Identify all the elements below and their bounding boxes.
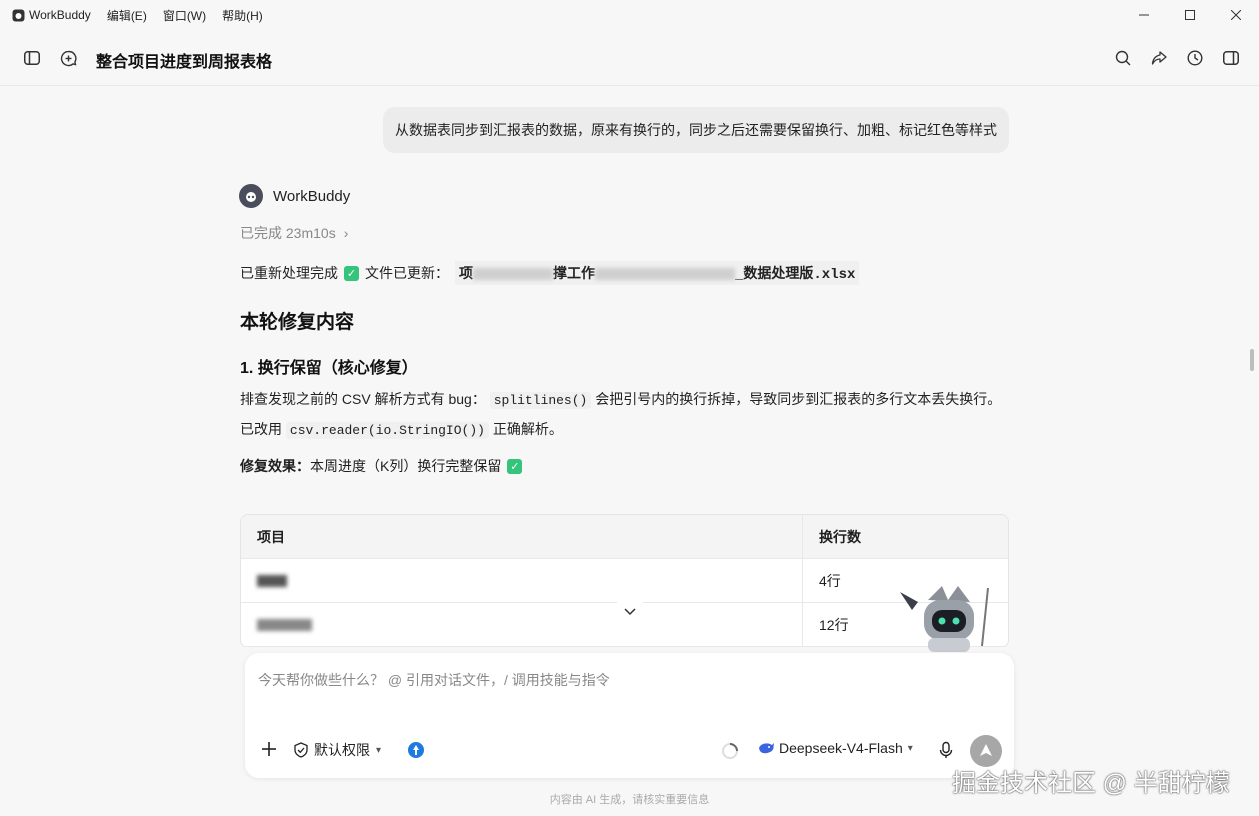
table-row: 4行 <box>241 559 1008 603</box>
model-label: Deepseek-V4-Flash <box>779 740 903 756</box>
panel-icon <box>1223 51 1239 65</box>
fix-description: 排查发现之前的 CSV 解析方式有 bug： splitlines() 会把引号… <box>240 385 1005 445</box>
check-icon: ✓ <box>507 458 523 474</box>
file-name-start: 项 <box>459 267 473 283</box>
chevron-right-icon: › <box>343 225 349 241</box>
para-text-1: 排查发现之前的 CSV 解析方式有 bug： <box>240 391 486 407</box>
share-icon <box>1151 51 1167 65</box>
loading-spinner-icon <box>722 743 738 759</box>
scrollbar[interactable] <box>1250 349 1254 371</box>
chat-input-box[interactable]: 今天帮你做些什么？ @ 引用对话文件，/ 调用技能与指令 默认权限 ▾ Deep… <box>245 653 1014 778</box>
status-text: 已完成 23m10s <box>240 225 336 241</box>
subsection-heading: 1. 换行保留（核心修复） <box>240 360 418 377</box>
effect-text: 本周进度（K列）换行完整保留 <box>310 458 502 474</box>
column-header-count: 换行数 <box>819 528 861 545</box>
reprocess-done-text: 已重新处理完成 <box>240 265 338 281</box>
check-icon: ✓ <box>344 265 359 281</box>
model-selector[interactable]: Deepseek-V4-Flash ▾ <box>758 740 913 756</box>
new-chat-button[interactable] <box>57 47 79 69</box>
file-name[interactable]: 项 撑工作 _数据处理版.xlsx <box>455 261 860 285</box>
permission-label: 默认权限 <box>314 742 370 758</box>
maximize-button[interactable] <box>1167 0 1213 30</box>
inline-code: csv.reader(io.StringIO()) <box>285 422 489 439</box>
bot-name: WorkBuddy <box>273 188 351 205</box>
chevron-down-icon: ▾ <box>907 742 913 754</box>
close-window-button[interactable] <box>1213 0 1259 30</box>
arrow-up-icon <box>980 744 992 756</box>
result-table: 项目 换行数 4行 12行 <box>240 514 1009 647</box>
watermark: 掘金技术社区 @ 半甜柠檬 <box>952 770 1230 797</box>
file-updated-label: 文件已更新： <box>365 265 449 281</box>
sidebar-toggle-button[interactable] <box>21 47 43 69</box>
update-summary: 已重新处理完成 ✓ 文件已更新： 项 撑工作 _数据处理版.xlsx <box>240 261 860 285</box>
section-heading: 本轮修复内容 <box>240 312 355 333</box>
menu-window[interactable]: 窗口(W) <box>163 7 206 24</box>
scroll-to-bottom-button[interactable] <box>617 601 643 623</box>
redacted-text <box>473 268 553 281</box>
new-chat-icon <box>60 50 77 66</box>
microphone-icon[interactable] <box>937 741 955 759</box>
redacted-text <box>257 574 287 587</box>
user-message: 从数据表同步到汇报表的数据，原来有换行的，同步之后还需要保留换行、加粗、标记红色… <box>383 107 1009 153</box>
clock-icon <box>1187 50 1203 66</box>
file-name-end: _数据处理版.xlsx <box>735 267 856 283</box>
close-icon <box>1231 10 1241 20</box>
bot-logo-icon <box>246 192 256 202</box>
mascot-robot-icon <box>900 586 989 652</box>
permission-selector[interactable]: 默认权限 ▾ <box>293 740 381 760</box>
page-title: 整合项目进度到周报表格 <box>96 54 273 71</box>
column-header-project: 项目 <box>241 515 803 558</box>
table-header-row: 项目 换行数 <box>241 515 1008 559</box>
fix-effect: 修复效果： 本周进度（K列）换行完整保留 ✓ <box>240 456 528 476</box>
conversation-header: 整合项目进度到周报表格 <box>0 30 1259 86</box>
maximize-icon <box>1185 10 1195 20</box>
add-attachment-button[interactable] <box>259 739 279 759</box>
inline-code: splitlines() <box>489 392 592 409</box>
chat-area: 从数据表同步到汇报表的数据，原来有换行的，同步之后还需要保留换行、加粗、标记红色… <box>0 87 1245 647</box>
history-button[interactable] <box>1184 47 1206 69</box>
minimize-button[interactable] <box>1121 0 1167 30</box>
project-cell <box>241 559 803 602</box>
project-cell <box>241 603 803 646</box>
app-name: WorkBuddy <box>29 8 91 22</box>
task-status[interactable]: 已完成 23m10s › <box>240 223 348 243</box>
chevron-down-icon: ▾ <box>376 744 382 756</box>
file-name-mid: 撑工作 <box>553 267 595 283</box>
sidebar-icon <box>24 51 40 65</box>
menu-edit[interactable]: 编辑(E) <box>107 7 147 24</box>
app-logo-icon <box>11 8 25 22</box>
deepseek-whale-icon <box>759 743 774 754</box>
menu-help[interactable]: 帮助(H) <box>222 7 263 24</box>
tool-icon[interactable] <box>407 741 425 759</box>
redacted-text <box>257 618 312 631</box>
right-panel-toggle-button[interactable] <box>1220 47 1242 69</box>
effect-label: 修复效果： <box>240 458 310 474</box>
search-button[interactable] <box>1112 47 1134 69</box>
share-button[interactable] <box>1148 47 1170 69</box>
shield-check-icon <box>294 742 308 758</box>
redacted-text <box>595 268 735 281</box>
plus-icon <box>262 742 276 756</box>
chat-input[interactable]: 今天帮你做些什么？ @ 引用对话文件，/ 调用技能与指令 <box>258 670 610 690</box>
bot-avatar <box>239 184 263 208</box>
title-bar: WorkBuddy 编辑(E) 窗口(W) 帮助(H) <box>0 0 1259 30</box>
para-text-3: 正确解析。 <box>492 421 563 437</box>
chevron-down-icon <box>624 608 636 616</box>
minimize-icon <box>1139 14 1149 16</box>
search-icon <box>1115 50 1131 66</box>
